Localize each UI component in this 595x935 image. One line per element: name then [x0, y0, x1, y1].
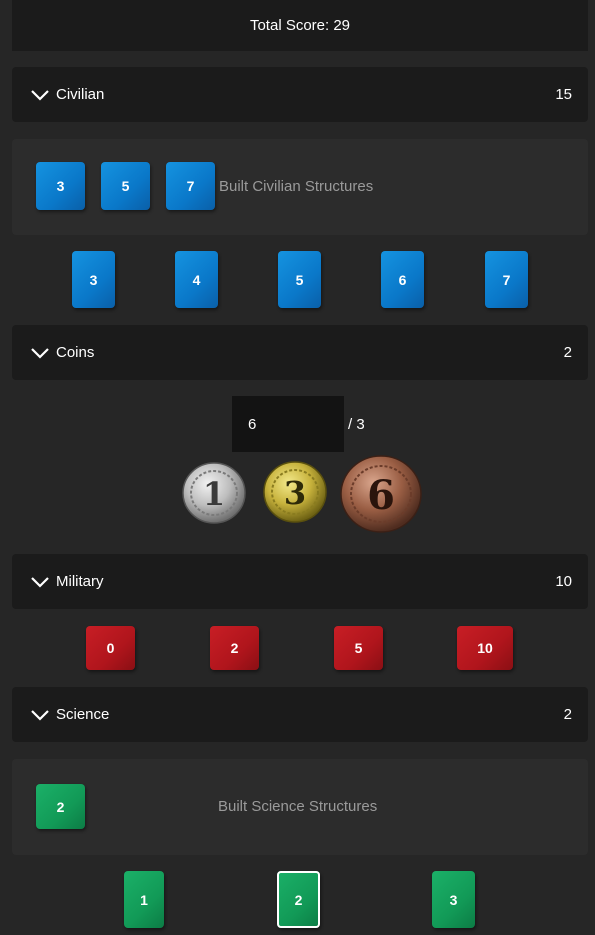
section-score-military: 10	[555, 573, 572, 590]
built-civilian-card[interactable]: 3	[36, 162, 85, 210]
bronze-coin-icon[interactable]: 6	[339, 454, 423, 534]
built-science-label: Built Science Structures	[218, 798, 378, 815]
military-option-card[interactable]: 10	[457, 626, 513, 670]
section-header-military[interactable]: Military 10	[12, 554, 588, 609]
built-science-card[interactable]: 2	[36, 784, 85, 829]
coin-value-3: 3	[284, 474, 306, 512]
coins-total-text: / 3	[348, 416, 365, 433]
section-title-civilian: Civilian	[56, 86, 105, 103]
section-header-coins[interactable]: Coins 2	[12, 325, 588, 380]
chevron-down-icon	[30, 343, 50, 363]
civilian-option-card[interactable]: 4	[175, 251, 218, 308]
science-option-card-selected[interactable]: 2	[277, 871, 320, 928]
built-civilian-label: Built Civilian Structures	[219, 178, 374, 195]
civilian-option-card[interactable]: 5	[278, 251, 321, 308]
section-score-coins: 2	[563, 344, 572, 361]
silver-coin-icon[interactable]: 1	[181, 461, 247, 525]
section-title-military: Military	[56, 573, 104, 590]
civilian-option-card[interactable]: 3	[72, 251, 115, 308]
gold-coin-icon[interactable]: 3	[262, 460, 328, 524]
civilian-option-card[interactable]: 7	[485, 251, 528, 308]
section-score-science: 2	[563, 706, 572, 723]
science-option-card[interactable]: 3	[432, 871, 475, 928]
military-option-card[interactable]: 0	[86, 626, 135, 670]
chevron-down-icon	[30, 85, 50, 105]
built-civilian-card[interactable]: 7	[166, 162, 215, 210]
chevron-down-icon	[30, 705, 50, 725]
coin-value-6: 6	[367, 472, 395, 519]
coin-value-1: 1	[203, 475, 225, 513]
coins-input[interactable]	[232, 396, 344, 452]
section-header-civilian[interactable]: Civilian 15	[12, 67, 588, 122]
built-civilian-card[interactable]: 5	[101, 162, 150, 210]
total-score-text: Total Score: 29	[249, 17, 351, 34]
military-option-card[interactable]: 5	[334, 626, 383, 670]
section-header-science[interactable]: Science 2	[12, 687, 588, 742]
section-title-science: Science	[56, 706, 110, 723]
section-score-civilian: 15	[555, 86, 572, 103]
total-score-bar: Total Score: 29	[12, 0, 588, 51]
chevron-down-icon	[30, 572, 50, 592]
military-option-card[interactable]: 2	[210, 626, 259, 670]
section-title-coins: Coins	[56, 344, 95, 361]
science-option-card[interactable]: 1	[124, 871, 164, 928]
civilian-option-card[interactable]: 6	[381, 251, 424, 308]
